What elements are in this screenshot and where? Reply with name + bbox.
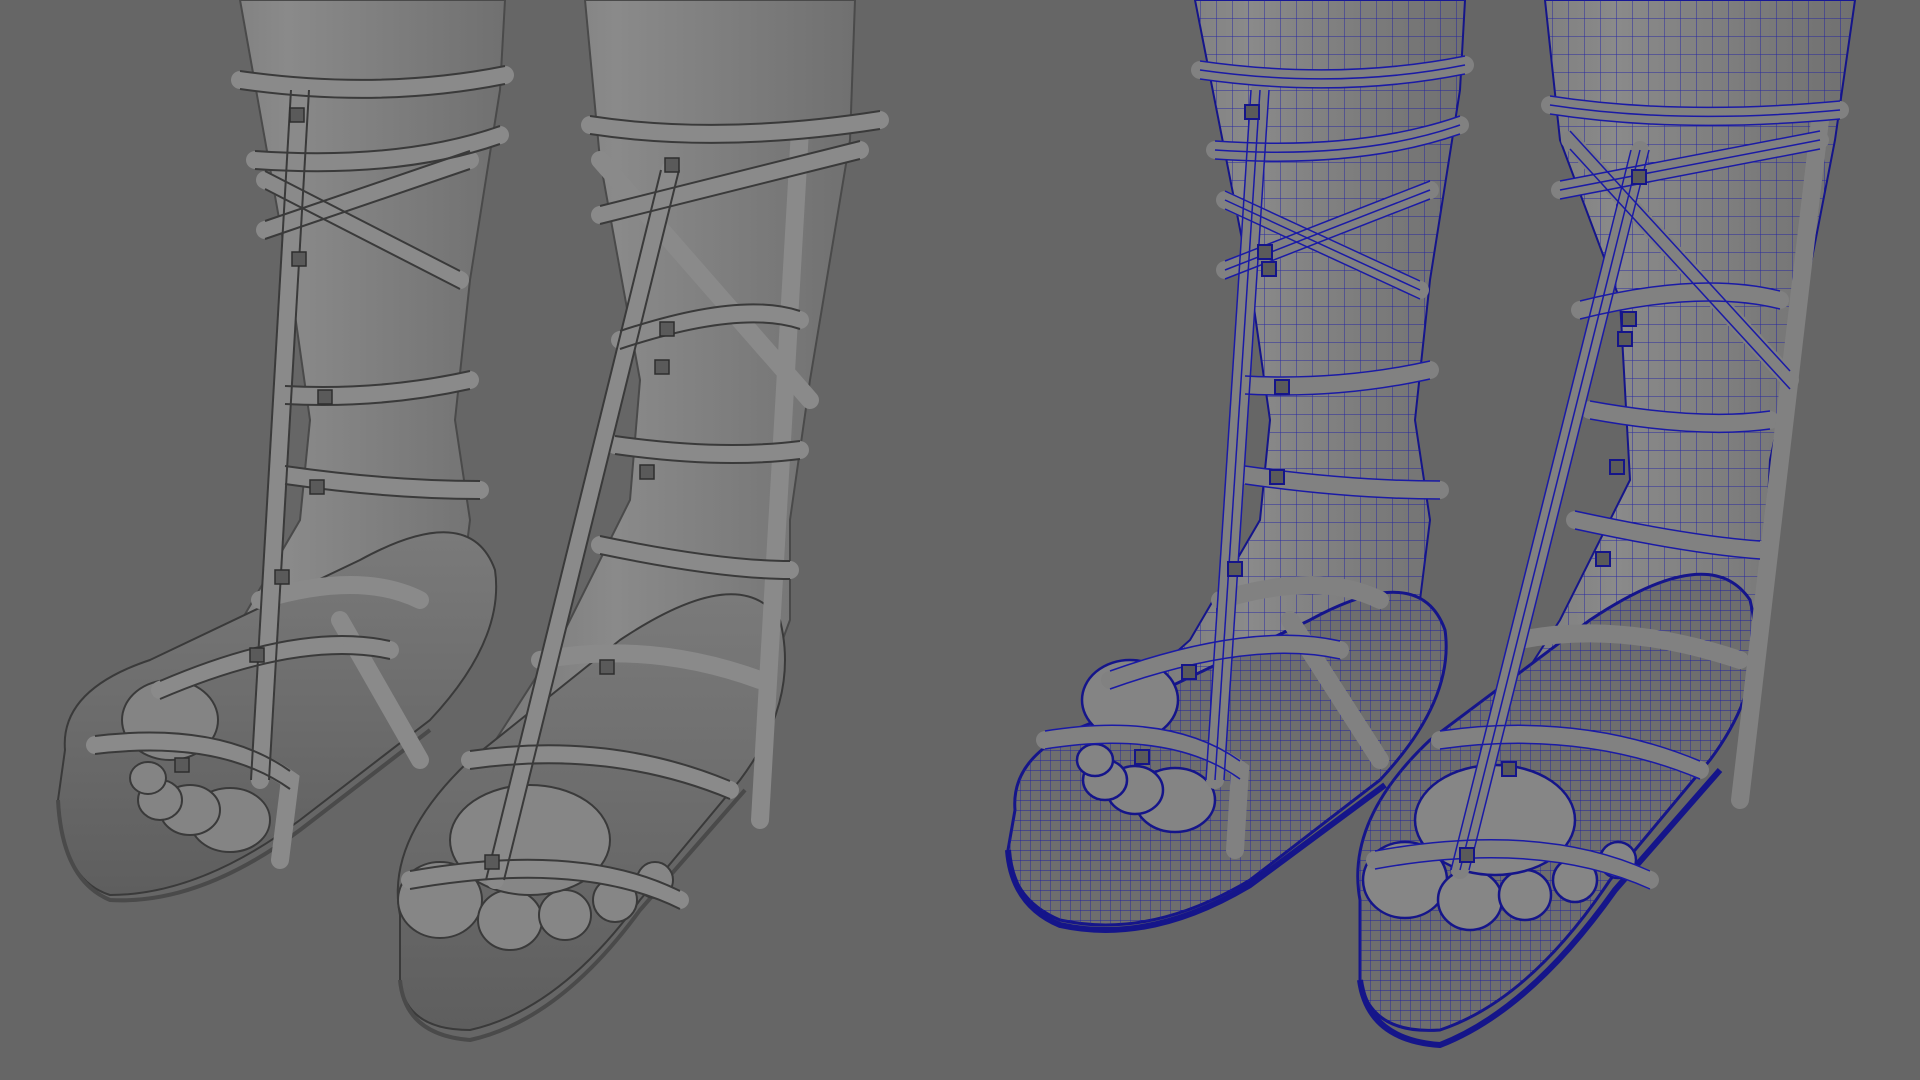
wireframe-panel[interactable] (1005, 0, 1857, 1049)
3d-viewport[interactable] (0, 0, 1920, 1080)
viewport-canvas[interactable] (0, 0, 1920, 1080)
left-foot-shaded[interactable] (56, 0, 514, 903)
shaded-panel[interactable] (56, 0, 889, 1043)
